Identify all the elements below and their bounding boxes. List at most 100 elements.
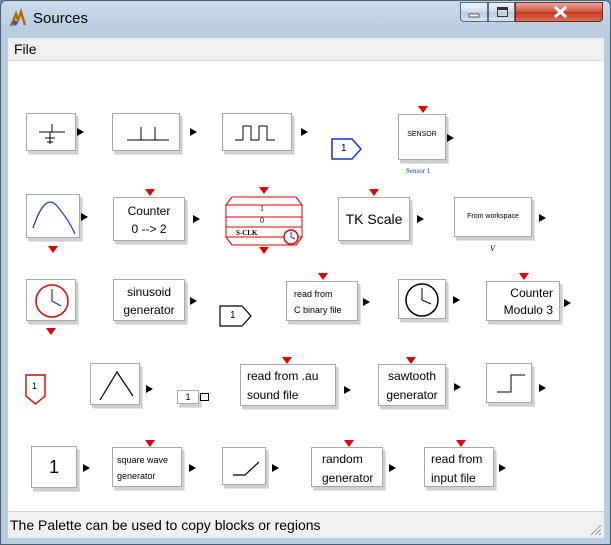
sensor-label: SENSOR xyxy=(407,131,437,138)
random-line2: generator xyxy=(322,471,374,485)
read-au-block[interactable]: read from .au sound file xyxy=(240,364,336,406)
square-line2: generator xyxy=(117,471,156,481)
event-input-icon xyxy=(406,357,416,364)
event-input-icon xyxy=(282,357,292,364)
sclk-mid-value: 0 xyxy=(260,216,264,225)
counter-modulo-block[interactable]: Counter Modulo 3 xyxy=(486,281,560,321)
maximize-icon xyxy=(497,7,508,17)
inport-black-label: 1 xyxy=(230,310,236,321)
output-port-icon xyxy=(417,215,424,223)
clock-black-block[interactable] xyxy=(398,279,446,319)
clock-black-icon xyxy=(405,283,439,317)
event-input-icon xyxy=(369,189,379,196)
from-workspace-label: From workspace xyxy=(467,213,519,220)
square-waveform-icon xyxy=(235,125,275,141)
sclk-top-value: 1 xyxy=(260,204,264,213)
output-port-icon xyxy=(499,464,506,472)
pulse-train-block[interactable] xyxy=(112,113,180,151)
square-line1: square wave xyxy=(117,455,169,465)
output-port-icon xyxy=(344,386,351,394)
tk-scale-block[interactable]: TK Scale xyxy=(338,197,410,241)
menu-bar: File xyxy=(8,38,604,61)
random-generator-block[interactable]: random generator xyxy=(311,447,383,487)
readc-line1: read from xyxy=(294,289,333,299)
output-port-icon xyxy=(454,383,461,391)
sine-curve-icon xyxy=(32,201,76,235)
square-wave-generator-block[interactable]: square wave generator xyxy=(112,447,182,487)
output-port-icon xyxy=(190,297,197,305)
inport-red-label: 1 xyxy=(32,381,38,391)
title-bar[interactable]: Sources xyxy=(1,1,610,37)
output-port-icon xyxy=(190,128,197,136)
step-block[interactable] xyxy=(486,363,532,403)
output-port-icon xyxy=(193,215,200,223)
output-port-icon xyxy=(272,464,279,472)
ground-symbol-icon xyxy=(39,124,65,144)
event-input-icon xyxy=(145,440,155,447)
output-port-icon xyxy=(539,214,546,222)
event-output-icon xyxy=(46,328,56,335)
event-input-icon xyxy=(418,106,428,113)
scilab-app-icon xyxy=(9,8,27,27)
maximize-button[interactable] xyxy=(488,2,515,22)
constant-block[interactable]: 1 xyxy=(31,446,77,488)
output-port-icon xyxy=(564,299,571,307)
from-workspace-caption: V xyxy=(490,244,495,253)
time-ramp-block[interactable] xyxy=(222,447,266,485)
sample-clock-block[interactable] xyxy=(224,195,304,247)
random-line1: random xyxy=(322,452,363,466)
square-wave-block[interactable] xyxy=(222,113,292,151)
event-input-icon xyxy=(456,440,466,447)
close-icon xyxy=(553,5,568,19)
window-title: Sources xyxy=(33,10,89,27)
output-port-icon xyxy=(83,464,90,472)
sine-curve-block[interactable] xyxy=(26,194,80,238)
step-function-icon xyxy=(497,374,525,393)
close-button[interactable] xyxy=(515,2,603,22)
event-input-icon xyxy=(259,187,269,194)
minimize-button[interactable] xyxy=(460,2,488,22)
clock-red-icon xyxy=(35,284,69,318)
output-port-icon xyxy=(81,213,88,221)
pulse-waveform-icon xyxy=(127,127,169,141)
readau-line2: sound file xyxy=(247,388,299,402)
output-port-icon xyxy=(189,464,196,472)
const-ground-block[interactable] xyxy=(26,113,76,151)
inport-blue-block[interactable] xyxy=(331,138,363,160)
read-c-binary-block[interactable]: read from C binary file xyxy=(286,281,358,321)
small-constant-block[interactable]: 1 xyxy=(177,390,199,404)
from-workspace-block[interactable]: From workspace xyxy=(454,197,532,237)
sensor-caption: Sensor 1 xyxy=(406,167,431,175)
output-port-icon xyxy=(363,298,370,306)
clock-block[interactable] xyxy=(26,279,76,321)
event-input-icon xyxy=(519,273,529,280)
resize-grip-icon[interactable] xyxy=(588,522,602,536)
counter-block[interactable]: Counter 0 --> 2 xyxy=(113,197,185,241)
sources-window: Sources File 1 SENSOR Sensor 1 Counter 0… xyxy=(0,0,611,545)
read-input-file-block[interactable]: read from input file xyxy=(424,447,494,487)
sawtooth-line1: sawtooth xyxy=(387,369,437,383)
menu-file[interactable]: File xyxy=(14,41,37,57)
sinusoid-line2: generator xyxy=(123,303,175,317)
sensor-block[interactable]: SENSOR xyxy=(398,114,446,160)
sclk-label: S-CLK xyxy=(236,229,258,237)
output-port-icon xyxy=(389,464,396,472)
event-input-icon xyxy=(318,273,328,280)
event-input-icon xyxy=(344,440,354,447)
readinput-line1: read from xyxy=(431,452,483,466)
inport-black-block[interactable] xyxy=(219,305,253,327)
tk-scale-label: TK Scale xyxy=(345,211,403,227)
ramp-block[interactable] xyxy=(90,363,140,405)
sinusoid-generator-block[interactable]: sinusoid generator xyxy=(113,279,185,321)
minimize-icon xyxy=(468,13,480,18)
sawtooth-line2: generator xyxy=(386,388,438,402)
sawtooth-generator-block[interactable]: sawtooth generator xyxy=(378,364,446,406)
ramp-step-icon xyxy=(233,461,260,476)
constant-label: 1 xyxy=(48,457,59,477)
output-port-icon xyxy=(77,128,84,136)
readinput-line2: input file xyxy=(431,471,476,485)
counter-line2: 0 --> 2 xyxy=(131,222,167,236)
palette-canvas: 1 SENSOR Sensor 1 Counter 0 --> 2 1 0 S-… xyxy=(8,61,604,511)
output-port-icon xyxy=(447,134,454,142)
status-bar: The Palette can be used to copy blocks o… xyxy=(8,511,604,538)
